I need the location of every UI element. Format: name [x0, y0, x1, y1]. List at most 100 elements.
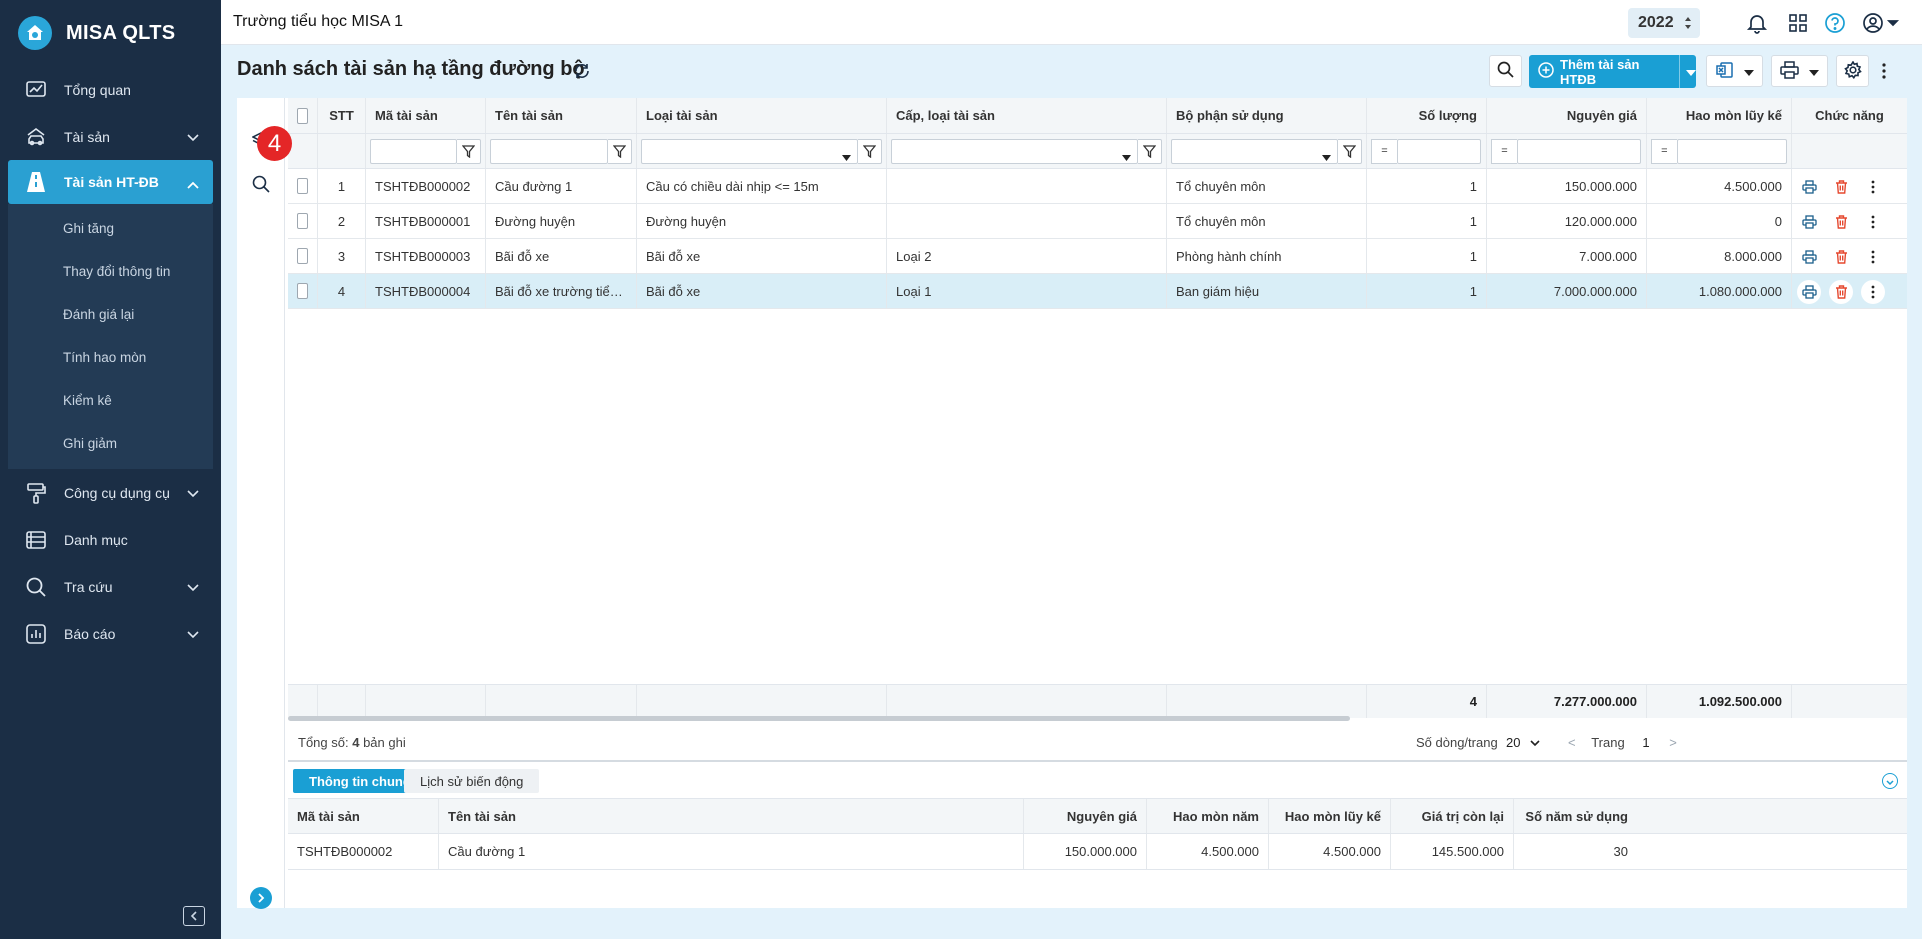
search-icon[interactable] [250, 173, 272, 195]
filter-depreciation-input[interactable] [1676, 138, 1787, 164]
operator-equals[interactable]: = [1371, 138, 1397, 164]
prev-page-icon[interactable]: < [1568, 735, 1576, 750]
submenu-item-increase[interactable]: Ghi tăng [8, 207, 213, 250]
row-checkbox[interactable] [297, 248, 308, 264]
chevron-down-icon [1809, 64, 1819, 79]
filter-asset-code-input[interactable] [370, 138, 458, 164]
filter-asset-code [366, 134, 486, 168]
table-row[interactable]: 1 TSHTĐB000002 Cầu đường 1 Cầu có chiều … [288, 169, 1907, 204]
delete-icon[interactable] [1829, 175, 1853, 199]
filter-asset-level-select[interactable] [891, 138, 1139, 164]
detail-table-header: Mã tài sản Tên tài sản Nguyên giá Hao mò… [288, 798, 1907, 834]
collapse-detail-button[interactable] [1882, 773, 1898, 789]
total-depreciation: 1.092.500.000 [1647, 685, 1792, 718]
road-icon [24, 170, 48, 194]
select-all-checkbox[interactable] [297, 107, 308, 124]
printer-icon[interactable] [1797, 175, 1821, 199]
more-vertical-icon[interactable] [1861, 175, 1885, 199]
sidebar-item-tools[interactable]: Công cụ dụng cụ [0, 469, 221, 516]
filter-icon[interactable] [858, 138, 882, 164]
delete-icon[interactable] [1829, 245, 1853, 269]
page-navigation: < Trang 1 > [1568, 735, 1677, 750]
sidebar-item-road-assets[interactable]: Tài sản HT-ĐB [8, 160, 213, 204]
year-select[interactable]: 2022 [1628, 8, 1700, 38]
cell-stt: 1 [318, 169, 366, 203]
col-asset-type[interactable]: Loại tài sản [637, 98, 887, 133]
col-department[interactable]: Bộ phận sử dụng [1167, 98, 1367, 133]
printer-icon[interactable] [1797, 245, 1821, 269]
current-page[interactable]: 1 [1642, 735, 1649, 750]
col-cost[interactable]: Nguyên giá [1487, 98, 1647, 133]
sidebar-item-lookup[interactable]: Tra cứu [0, 563, 221, 610]
filter-quantity-input[interactable] [1397, 138, 1481, 164]
next-page-icon[interactable]: > [1669, 735, 1677, 750]
operator-equals[interactable]: = [1491, 138, 1517, 164]
sidebar-item-label: Tra cứu [64, 578, 113, 595]
row-checkbox[interactable] [297, 178, 308, 194]
cell-asset-code: TSHTĐB000002 [366, 169, 486, 203]
sidebar-item-label: Tài sản [64, 128, 110, 145]
filter-icon[interactable] [1138, 138, 1162, 164]
cell-cost: 120.000.000 [1487, 204, 1647, 238]
collapse-sidebar-button[interactable] [183, 906, 205, 926]
horizontal-scrollbar[interactable] [288, 716, 1350, 721]
help-icon[interactable] [1823, 11, 1847, 35]
total-quantity: 4 [1367, 685, 1487, 718]
col-depreciation[interactable]: Hao mòn lũy kế [1647, 98, 1792, 133]
search-icon [1497, 61, 1514, 81]
operator-equals[interactable]: = [1651, 138, 1677, 164]
filter-asset-type-select[interactable] [641, 138, 859, 164]
table-row[interactable]: 2 TSHTĐB000001 Đường huyện Đường huyện T… [288, 204, 1907, 239]
filter-cost-input[interactable] [1517, 138, 1641, 164]
submenu-item-depreciation[interactable]: Tính hao mòn [8, 336, 213, 379]
submenu-item-revaluation[interactable]: Đánh giá lại [8, 293, 213, 336]
sidebar-item-assets[interactable]: Tài sản [0, 113, 221, 160]
printer-icon[interactable] [1797, 280, 1821, 304]
col-asset-code[interactable]: Mã tài sản [366, 98, 486, 133]
print-button[interactable] [1771, 55, 1828, 87]
top-header: Trường tiểu học MISA 1 2022 [221, 0, 1922, 45]
sidebar-item-categories[interactable]: Danh mục [0, 516, 221, 563]
table-row[interactable]: 3 TSHTĐB000003 Bãi đỗ xe Bãi đỗ xe Loại … [288, 239, 1907, 274]
settings-button[interactable] [1836, 55, 1869, 87]
printer-icon[interactable] [1797, 210, 1821, 234]
filter-icon[interactable] [608, 138, 632, 164]
filter-icon[interactable] [1338, 138, 1362, 164]
filter-department-select[interactable] [1171, 138, 1339, 164]
expand-rail-button[interactable] [250, 887, 272, 909]
submenu-item-change-info[interactable]: Thay đổi thông tin [8, 250, 213, 293]
filter-asset-name-input[interactable] [490, 138, 609, 164]
user-avatar-icon[interactable] [1861, 11, 1901, 35]
row-checkbox[interactable] [297, 283, 308, 299]
sidebar-item-reports[interactable]: Báo cáo [0, 610, 221, 657]
refresh-icon[interactable] [573, 62, 591, 83]
submenu-item-inventory[interactable]: Kiểm kê [8, 379, 213, 422]
more-vertical-icon[interactable] [1861, 245, 1885, 269]
more-vertical-icon[interactable] [1861, 210, 1885, 234]
filter-icon[interactable] [457, 138, 481, 164]
excel-icon [1715, 61, 1734, 82]
apps-grid-icon[interactable] [1786, 11, 1810, 35]
delete-icon[interactable] [1829, 280, 1853, 304]
tab-change-history[interactable]: Lịch sử biến động [404, 769, 540, 793]
detail-years: 30 [1613, 844, 1628, 859]
delete-icon[interactable] [1829, 210, 1853, 234]
sidebar-item-overview[interactable]: Tổng quan [0, 66, 221, 113]
brand[interactable]: MISA QLTS [0, 0, 221, 66]
col-quantity[interactable]: Số lượng [1367, 98, 1487, 133]
excel-export-button[interactable] [1706, 55, 1763, 87]
notification-bell-icon[interactable] [1745, 11, 1769, 35]
table-row-selected[interactable]: 4 TSHTĐB000004 Bãi đỗ xe trường tiểu học… [288, 274, 1907, 309]
add-road-asset-button[interactable]: Thêm tài sản HTĐB [1529, 55, 1696, 88]
search-button[interactable] [1489, 55, 1522, 87]
more-vertical-icon[interactable] [1861, 280, 1885, 304]
row-select-cell [288, 204, 318, 238]
row-checkbox[interactable] [297, 213, 308, 229]
col-asset-level[interactable]: Cấp, loại tài sản [887, 98, 1167, 133]
cell-asset-code: TSHTĐB000001 [366, 204, 486, 238]
rows-per-page-select[interactable]: 20 [1506, 735, 1540, 750]
more-vertical-icon[interactable] [1881, 62, 1887, 83]
col-asset-name[interactable]: Tên tài sản [486, 98, 637, 133]
col-stt[interactable]: STT [318, 98, 366, 133]
submenu-item-decrease[interactable]: Ghi giảm [8, 422, 213, 465]
